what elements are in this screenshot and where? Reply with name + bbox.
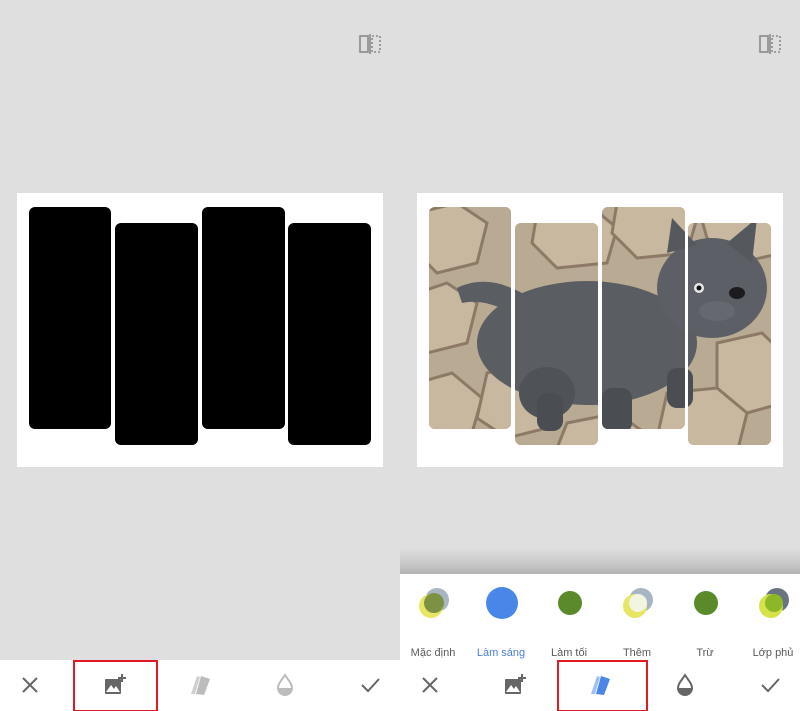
add-image-icon[interactable] xyxy=(103,673,127,697)
add-image-icon[interactable] xyxy=(503,673,527,697)
blend-add-icon xyxy=(623,588,653,618)
opacity-icon[interactable] xyxy=(673,673,697,697)
blend-mode-subtract[interactable]: Trừ xyxy=(675,586,735,659)
close-icon[interactable] xyxy=(18,673,42,697)
blend-lighten-icon xyxy=(486,587,518,619)
compare-icon[interactable] xyxy=(759,34,781,54)
blend-overlay-icon xyxy=(759,588,789,618)
panel-shadow xyxy=(400,548,800,574)
opacity-icon[interactable] xyxy=(273,673,297,697)
photo-strip xyxy=(602,207,685,429)
mask-strip xyxy=(202,207,285,429)
blend-label: Lớp phủ xyxy=(752,647,794,659)
close-icon[interactable] xyxy=(418,673,442,697)
blend-mode-icon[interactable] xyxy=(188,673,212,697)
photo-strip xyxy=(688,223,771,445)
image-canvas[interactable] xyxy=(17,193,383,467)
blend-mode-add[interactable]: Thêm xyxy=(607,586,667,659)
photo-strip xyxy=(515,223,598,445)
bottom-toolbar xyxy=(400,660,800,711)
check-icon[interactable] xyxy=(358,673,382,697)
photo-strip xyxy=(429,207,511,429)
blend-mode-icon[interactable] xyxy=(588,673,612,697)
blend-mode-overlay[interactable]: Lớp phủ xyxy=(743,586,800,659)
compare-icon[interactable] xyxy=(359,34,381,54)
bottom-toolbar xyxy=(0,660,400,711)
editor-panel-right: Mặc định Làm sáng Làm tối Thêm Trừ Lớp p… xyxy=(400,0,800,711)
mask-strip xyxy=(288,223,371,445)
image-canvas[interactable] xyxy=(417,193,783,467)
blend-mode-default[interactable]: Mặc định xyxy=(403,586,463,659)
blend-mode-darken[interactable]: Làm tối xyxy=(539,586,599,659)
blend-default-icon xyxy=(419,588,449,618)
blend-mode-bar: Mặc định Làm sáng Làm tối Thêm Trừ Lớp p… xyxy=(400,574,800,660)
check-icon[interactable] xyxy=(758,673,782,697)
mask-strip xyxy=(115,223,198,445)
blend-darken-icon xyxy=(558,591,582,615)
mask-strip xyxy=(29,207,111,429)
editor-panel-left xyxy=(0,0,400,711)
blend-subtract-icon xyxy=(694,591,718,615)
blend-mode-lighten[interactable]: Làm sáng xyxy=(471,586,531,659)
